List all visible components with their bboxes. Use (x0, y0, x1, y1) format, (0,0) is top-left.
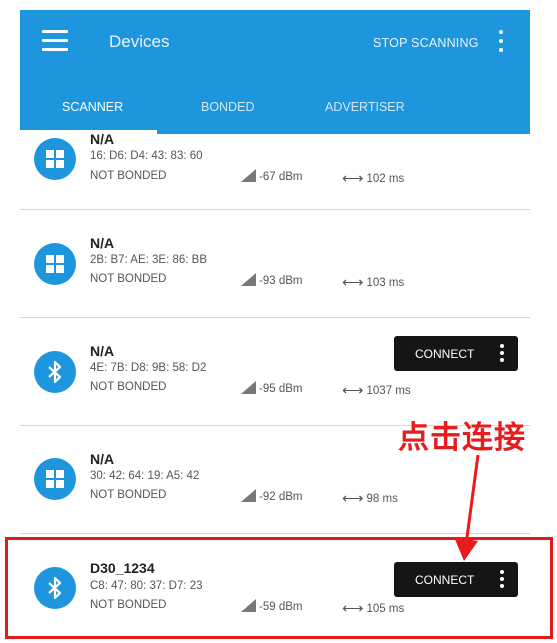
interval-arrows-icon: ⟷ (342, 600, 364, 617)
rssi: -59 dBm (241, 599, 302, 613)
signal-icon (241, 381, 256, 394)
rssi-value: -93 dBm (259, 275, 303, 287)
device-name: N/A (90, 451, 115, 467)
interval-arrows-icon: ⟷ (342, 274, 364, 291)
signal-icon (241, 169, 256, 182)
interval-value: 102 ms (366, 173, 405, 185)
device-mac: 30: 42: 64: 19: A5: 42 (90, 470, 200, 482)
tab-scanner[interactable]: SCANNER (62, 100, 123, 114)
adv-interval: ⟷ 103 ms (342, 273, 404, 291)
hamburger-menu-icon[interactable] (42, 30, 68, 52)
device-avatar (34, 567, 76, 609)
rssi-value: -67 dBm (259, 171, 303, 183)
rssi: -92 dBm (241, 489, 302, 503)
adv-interval: ⟷ 98 ms (342, 489, 398, 507)
bond-status: NOT BONDED (90, 489, 167, 501)
connect-label: CONNECT (415, 347, 475, 361)
device-name: N/A (90, 235, 115, 251)
interval-value: 103 ms (366, 277, 405, 289)
app-bar: Devices STOP SCANNING SCANNER BONDED ADV… (20, 10, 530, 134)
tab-bonded[interactable]: BONDED (201, 100, 254, 114)
bond-status: NOT BONDED (90, 381, 167, 393)
device-mac: C8: 47: 80: 37: D7: 23 (90, 580, 203, 592)
device-mac: 4E: 7B: D8: 9B: 58: D2 (90, 362, 207, 374)
page-title: Devices (109, 32, 170, 51)
windows-icon (46, 150, 64, 168)
interval-value: 1037 ms (366, 385, 411, 397)
windows-icon (46, 470, 64, 488)
device-mac: 2B: B7: AE: 3E: 86: BB (90, 254, 207, 266)
connect-button[interactable]: CONNECT (394, 336, 518, 371)
rssi: -67 dBm (241, 169, 302, 183)
device-name: D30_1234 (90, 560, 155, 576)
bond-status: NOT BONDED (90, 273, 167, 285)
device-mac: 16: D6: D4: 43: 83: 60 (90, 150, 203, 162)
device-row[interactable]: N/A 2B: B7: AE: 3E: 86: BB NOT BONDED -9… (20, 210, 530, 318)
annotation-label: 点击连接 (398, 420, 526, 455)
more-vert-icon[interactable] (500, 344, 504, 365)
bond-status: NOT BONDED (90, 599, 167, 611)
bond-status: NOT BONDED (90, 170, 167, 182)
device-name: N/A (90, 343, 115, 359)
rssi-value: -95 dBm (259, 383, 303, 395)
signal-icon (241, 489, 256, 502)
bluetooth-icon (48, 576, 62, 600)
interval-value: 98 ms (366, 493, 398, 505)
stop-scanning-button[interactable]: STOP SCANNING (373, 36, 479, 50)
device-name: N/A (90, 134, 115, 147)
device-row[interactable]: N/A 16: D6: D4: 43: 83: 60 NOT BONDED -6… (20, 134, 530, 210)
device-avatar (34, 243, 76, 285)
windows-icon (46, 255, 64, 273)
more-vert-icon[interactable] (500, 570, 504, 591)
rssi: -95 dBm (241, 381, 302, 395)
adv-interval: ⟷ 105 ms (342, 599, 404, 617)
tab-advertiser[interactable]: ADVERTISER (325, 100, 405, 114)
signal-icon (241, 273, 256, 286)
adv-interval: ⟷ 1037 ms (342, 381, 411, 399)
connect-button[interactable]: CONNECT (394, 562, 518, 597)
interval-arrows-icon: ⟷ (342, 170, 364, 187)
interval-arrows-icon: ⟷ (342, 490, 364, 507)
device-avatar (34, 458, 76, 500)
annotation-arrow (454, 454, 480, 561)
rssi: -93 dBm (241, 273, 302, 287)
interval-arrows-icon: ⟷ (342, 382, 364, 399)
bluetooth-icon (48, 360, 62, 384)
interval-value: 105 ms (366, 603, 405, 615)
device-avatar (34, 351, 76, 393)
device-avatar (34, 138, 76, 180)
device-list[interactable]: N/A 16: D6: D4: 43: 83: 60 NOT BONDED -6… (20, 134, 530, 643)
adv-interval: ⟷ 102 ms (342, 169, 404, 187)
connect-label: CONNECT (415, 573, 475, 587)
device-row[interactable]: N/A 4E: 7B: D8: 9B: 58: D2 NOT BONDED -9… (20, 318, 530, 426)
rssi-value: -59 dBm (259, 601, 303, 613)
more-vert-icon[interactable] (498, 30, 504, 52)
rssi-value: -92 dBm (259, 491, 303, 503)
signal-icon (241, 599, 256, 612)
